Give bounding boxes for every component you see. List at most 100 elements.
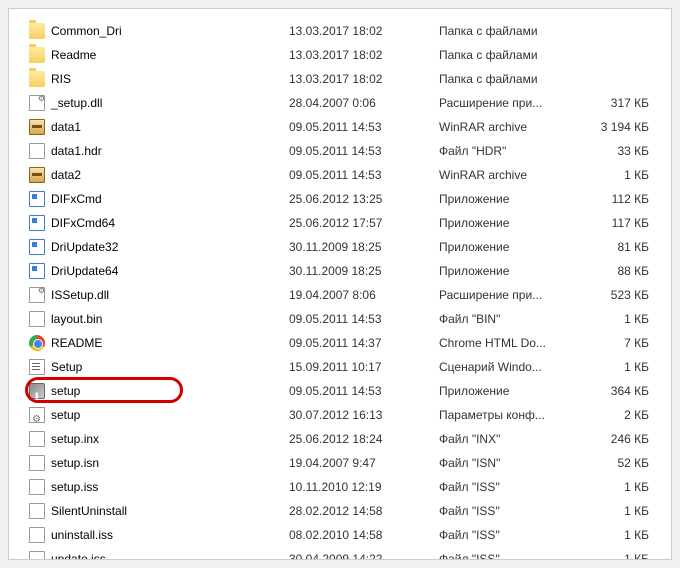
file-row[interactable]: layout.bin09.05.2011 14:53Файл "BIN"1 КБ [29,307,651,331]
file-size: 523 КБ [579,283,649,307]
file-name-cell[interactable]: SilentUninstall [29,499,289,523]
file-row[interactable]: README09.05.2011 14:37Chrome HTML Do...7… [29,331,651,355]
file-name-cell[interactable]: data2 [29,163,289,187]
file-size: 1 КБ [579,355,649,379]
iss-icon [29,503,45,519]
script-icon [29,359,45,375]
file-name-cell[interactable]: DIFxCmd64 [29,211,289,235]
file-type: Файл "INX" [439,427,579,451]
file-name: uninstall.iss [51,523,113,547]
file-row[interactable]: SilentUninstall 28.02.2012 14:58Файл "ISS… [29,499,651,523]
file-type: Chrome HTML Do... [439,331,579,355]
file-size: 81 КБ [579,235,649,259]
file-type: Файл "ISN" [439,451,579,475]
file-date: 25.06.2012 18:24 [289,427,439,451]
exe-icon [29,263,45,279]
file-date: 09.05.2011 14:53 [289,307,439,331]
file-type: WinRAR archive [439,115,579,139]
file-size: 1 КБ [579,547,649,560]
file-date: 30.04.2009 14:22 [289,547,439,560]
file-date: 28.02.2012 14:58 [289,499,439,523]
file-row[interactable]: update.iss30.04.2009 14:22Файл "ISS"1 КБ [29,547,651,560]
file-name-cell[interactable]: setup.isn [29,451,289,475]
file-name: data1.hdr [51,139,102,163]
file-name-cell[interactable]: RIS [29,67,289,91]
folder-icon [29,23,45,39]
file-row[interactable]: DIFxCmd6425.06.2012 17:57Приложение117 К… [29,211,651,235]
file-size: 112 КБ [579,187,649,211]
file-date: 25.06.2012 17:57 [289,211,439,235]
highlight-annotation: setup [29,379,80,403]
file-name-cell[interactable]: setup [29,403,289,427]
file-row[interactable]: DriUpdate3230.11.2009 18:25Приложение81 … [29,235,651,259]
file-name-cell[interactable]: data1.hdr [29,139,289,163]
chrome-icon [29,335,45,351]
file-name: Setup [51,355,82,379]
file-row[interactable]: data109.05.2011 14:53WinRAR archive3 194… [29,115,651,139]
iss-icon [29,527,45,543]
file-name-cell[interactable]: DriUpdate32 [29,235,289,259]
file-name-cell[interactable]: layout.bin [29,307,289,331]
file-size: 52 КБ [579,451,649,475]
file-name-cell[interactable]: Readme [29,43,289,67]
file-name-cell[interactable]: DIFxCmd [29,187,289,211]
file-row[interactable]: setup09.05.2011 14:53Приложение364 КБ [29,379,651,403]
file-name: data2 [51,163,81,187]
file-list: Common_Dri13.03.2017 18:02Папка с файлам… [29,19,651,560]
file-name-cell[interactable]: setup.iss [29,475,289,499]
file-name-cell[interactable]: Setup [29,355,289,379]
file-name: DriUpdate32 [51,235,118,259]
file-date: 30.07.2012 16:13 [289,403,439,427]
file-row[interactable]: setup.isn19.04.2007 9:47Файл "ISN"52 КБ [29,451,651,475]
file-row[interactable]: setup30.07.2012 16:13Параметры конф...2 … [29,403,651,427]
bin-icon [29,311,45,327]
file-name: setup.iss [51,475,98,499]
file-row[interactable]: ISSetup.dll19.04.2007 8:06Расширение при… [29,283,651,307]
file-name-cell[interactable]: DriUpdate64 [29,259,289,283]
exe-icon [29,215,45,231]
file-row[interactable]: Common_Dri13.03.2017 18:02Папка с файлам… [29,19,651,43]
file-name-cell[interactable]: setup.inx [29,427,289,451]
file-row[interactable]: Setup15.09.2011 10:17Сценарий Windo...1 … [29,355,651,379]
file-date: 09.05.2011 14:53 [289,139,439,163]
folder-icon [29,47,45,63]
file-type: Файл "HDR" [439,139,579,163]
file-date: 30.11.2009 18:25 [289,259,439,283]
file-name-cell[interactable]: update.iss [29,547,289,560]
file-type: Приложение [439,187,579,211]
file-name-cell[interactable]: Common_Dri [29,19,289,43]
file-row[interactable]: _setup.dll28.04.2007 0:06Расширение при.… [29,91,651,115]
file-row[interactable]: setup.iss10.11.2010 12:19Файл "ISS"1 КБ [29,475,651,499]
file-name-cell[interactable]: ISSetup.dll [29,283,289,307]
file-name-cell[interactable]: data1 [29,115,289,139]
file-row[interactable]: RIS13.03.2017 18:02Папка с файлами [29,67,651,91]
file-size: 3 194 КБ [579,115,649,139]
file-size: 317 КБ [579,91,649,115]
file-row[interactable]: data209.05.2011 14:53WinRAR archive1 КБ [29,163,651,187]
file-date: 09.05.2011 14:53 [289,379,439,403]
file-row[interactable]: data1.hdr09.05.2011 14:53Файл "HDR"33 КБ [29,139,651,163]
file-name-cell[interactable]: setup [29,379,289,403]
file-name-cell[interactable]: uninstall.iss [29,523,289,547]
file-type: Приложение [439,259,579,283]
exe-icon [29,239,45,255]
file-type: Папка с файлами [439,43,579,67]
file-row[interactable]: DriUpdate6430.11.2009 18:25Приложение88 … [29,259,651,283]
file-name-cell[interactable]: README [29,331,289,355]
file-row[interactable]: setup.inx25.06.2012 18:24Файл "INX"246 К… [29,427,651,451]
file-size: 246 КБ [579,427,649,451]
file-size: 2 КБ [579,403,649,427]
file-date: 15.09.2011 10:17 [289,355,439,379]
file-name: SilentUninstall [51,499,127,523]
file-row[interactable]: DIFxCmd25.06.2012 13:25Приложение112 КБ [29,187,651,211]
file-name: DriUpdate64 [51,259,118,283]
file-type: Файл "ISS" [439,499,579,523]
file-type: Расширение при... [439,91,579,115]
file-row[interactable]: Readme13.03.2017 18:02Папка с файлами [29,43,651,67]
cfg-icon [29,407,45,423]
file-row[interactable]: uninstall.iss08.02.2010 14:58Файл "ISS"1… [29,523,651,547]
file-type: Параметры конф... [439,403,579,427]
file-name: _setup.dll [51,91,102,115]
file-name-cell[interactable]: _setup.dll [29,91,289,115]
exe-icon [29,191,45,207]
